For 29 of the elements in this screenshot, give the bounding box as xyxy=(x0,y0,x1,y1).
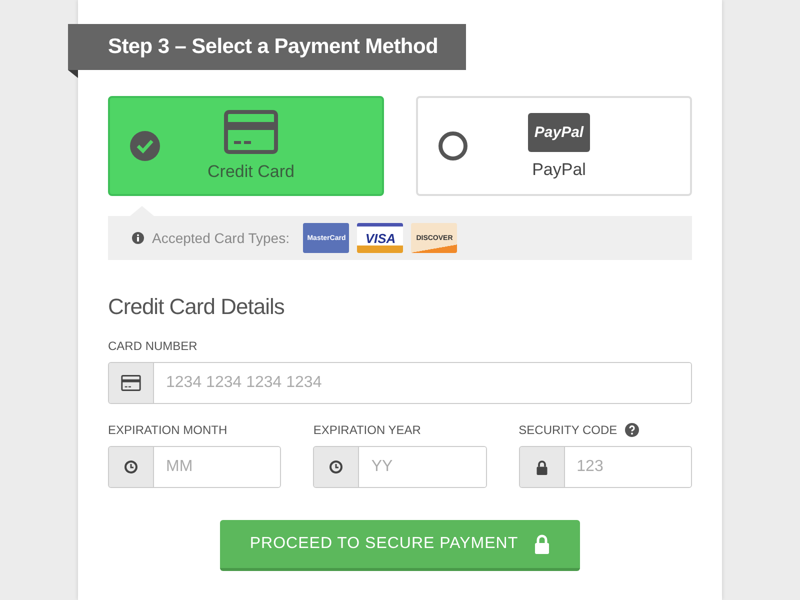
field-label: EXPIRATION YEAR xyxy=(313,423,421,437)
proceed-button[interactable]: PROCEED TO SECURE PAYMENT xyxy=(220,520,580,571)
accepted-cards-label: Accepted Card Types: xyxy=(152,230,290,246)
input-field[interactable]: YY xyxy=(313,446,487,488)
help-icon[interactable] xyxy=(625,423,640,437)
ribbon-fold xyxy=(68,70,78,78)
input-field[interactable]: 123 xyxy=(518,446,692,488)
check-circle-icon[interactable] xyxy=(130,131,160,161)
field-label: CARD NUMBER xyxy=(108,339,198,353)
input-field[interactable]: MM xyxy=(108,446,282,488)
step-title: Step 3 – Select a Payment Method xyxy=(68,24,466,70)
clock-icon xyxy=(124,460,138,474)
section-heading: Credit Card Details xyxy=(108,294,286,320)
lock-icon xyxy=(534,534,550,554)
info-icon xyxy=(132,232,144,244)
clock-icon xyxy=(329,460,344,474)
credit-card-icon xyxy=(121,375,141,391)
card-logo: VISA xyxy=(357,223,404,253)
paypal-logo: PayPal xyxy=(528,112,590,152)
payment-option-label: Credit Card xyxy=(208,162,294,182)
credit-card-icon xyxy=(224,110,278,154)
payment-option-label: PayPal xyxy=(532,160,586,180)
radio-icon[interactable] xyxy=(438,131,468,161)
field-label: SECURITY CODE xyxy=(518,423,618,437)
payment-option[interactable]: PayPal PayPal xyxy=(416,96,692,196)
payment-option[interactable]: Credit Card xyxy=(108,96,384,196)
input-field[interactable]: 1234 1234 1234 1234 xyxy=(108,362,692,404)
lock-icon xyxy=(536,460,548,474)
field-label: EXPIRATION MONTH xyxy=(108,423,228,437)
